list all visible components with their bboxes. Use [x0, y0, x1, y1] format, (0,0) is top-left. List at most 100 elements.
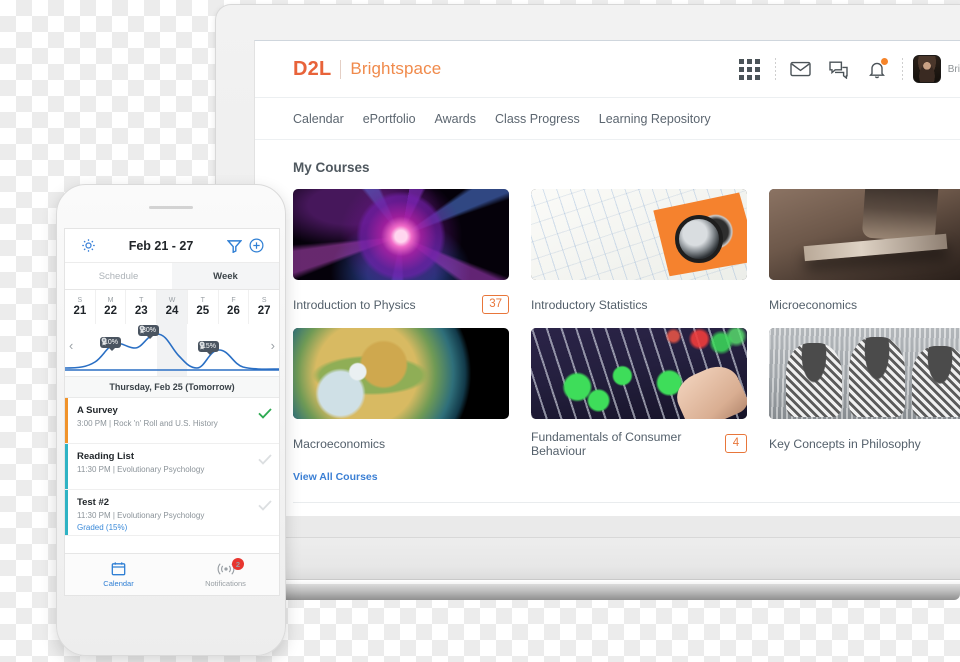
day-header-label: Thursday, Feb 25 (Tomorrow): [65, 376, 279, 398]
waffle-grid-glyph: [739, 58, 761, 80]
header-actions: Bri: [731, 49, 960, 89]
nav-item-class-progress[interactable]: Class Progress: [495, 112, 580, 126]
course-name: Fundamentals of Consumer Behaviour: [531, 429, 682, 458]
award-ribbon-icon: [139, 325, 145, 334]
day-of-week: W: [168, 297, 176, 304]
prev-week-arrow[interactable]: ‹: [69, 338, 73, 353]
checkmark-icon-unchecked[interactable]: [251, 444, 279, 465]
day-of-week: T: [200, 297, 205, 304]
plus-circle-icon[interactable]: [245, 235, 267, 257]
gear-icon[interactable]: [77, 235, 99, 257]
day-number: 24: [165, 305, 179, 317]
content-divider: [293, 502, 960, 503]
day-number: 21: [73, 305, 87, 317]
bell-icon[interactable]: [858, 49, 896, 89]
list-item[interactable]: A Survey 3:00 PM | Rock 'n' Roll and U.S…: [65, 398, 279, 444]
course-card[interactable]: Introduction to Physics 37: [293, 189, 509, 320]
day-column[interactable]: T 25: [188, 290, 219, 324]
tab-notifications[interactable]: Notifications 2: [172, 554, 279, 595]
nav-item-eportfolio[interactable]: ePortfolio: [363, 112, 416, 126]
item-subtitle: 11:30 PM | Evolutionary Psychology: [77, 465, 205, 474]
phone-tab-bar: Calendar Notifications 2: [65, 553, 279, 595]
grade-badge[interactable]: 15%: [198, 341, 220, 355]
course-meta: Microeconomics: [769, 280, 960, 320]
day-column[interactable]: T 23: [126, 290, 158, 324]
item-title: Test #2: [77, 497, 110, 508]
day-of-week: M: [107, 297, 114, 304]
day-of-week: F: [231, 297, 236, 304]
day-of-week: T: [139, 297, 144, 304]
course-name: Key Concepts in Philosophy: [769, 436, 921, 451]
phone-view-tabs: Schedule Week: [65, 263, 279, 290]
item-subtitle: 11:30 PM | Evolutionary Psychology: [77, 511, 205, 520]
item-subtitle: 3:00 PM | Rock 'n' Roll and U.S. History: [77, 419, 218, 428]
calendar-icon: [111, 562, 126, 576]
laptop-screen: D2L Brightspace Bri Calendar ePortfolio …: [254, 40, 960, 516]
list-item[interactable]: Test #2 11:30 PM | Evolutionary Psycholo…: [65, 490, 279, 536]
day-column[interactable]: S 27: [249, 290, 279, 324]
workload-curve: [65, 333, 279, 371]
tab-notifications-label: Notifications: [205, 578, 246, 588]
day-column[interactable]: F 26: [219, 290, 250, 324]
notification-dot: [879, 57, 889, 66]
day-column[interactable]: S 21: [65, 290, 96, 324]
avatar-name: Bri: [947, 63, 960, 75]
next-week-arrow[interactable]: ›: [271, 338, 275, 353]
checkmark-icon-checked[interactable]: [251, 398, 279, 419]
course-card[interactable]: Fundamentals of Consumer Behaviour 4: [531, 328, 747, 459]
phone-device: Feb 21 - 27 Schedule Week S 21 M 22 T 23…: [56, 184, 286, 656]
brightspace-logo[interactable]: D2L Brightspace: [293, 58, 441, 81]
day-column-selected[interactable]: W 24: [157, 290, 188, 324]
award-ribbon-icon: [101, 337, 107, 346]
day-column[interactable]: M 22: [96, 290, 127, 324]
day-number: 26: [227, 305, 240, 317]
workload-chart: ‹ › 10% 30% 15%: [65, 324, 279, 376]
course-badge: 37: [482, 295, 509, 314]
checkmark-icon-unchecked[interactable]: [251, 490, 279, 511]
main-content: My Courses Introduction to Physics 37 In…: [255, 140, 960, 516]
d2l-logo-mark: D2L: [293, 57, 332, 80]
day-number: 22: [104, 305, 117, 317]
course-card[interactable]: Introductory Statistics: [531, 189, 747, 320]
course-name: Macroeconomics: [293, 436, 386, 451]
course-name: Introductory Statistics: [531, 297, 648, 312]
view-all-courses-link[interactable]: View All Courses: [293, 471, 378, 483]
logo-divider: [340, 59, 342, 79]
day-of-week: S: [261, 297, 267, 304]
chat-bubble-icon[interactable]: [820, 49, 858, 89]
course-thumbnail: [531, 189, 747, 280]
course-meta: Key Concepts in Philosophy: [769, 419, 960, 459]
header-divider: [774, 58, 776, 80]
item-title: Reading List: [77, 451, 135, 462]
user-menu[interactable]: Bri: [909, 55, 960, 83]
date-range-title: Feb 21 - 27: [128, 238, 194, 253]
item-body: Reading List 11:30 PM | Evolutionary Psy…: [68, 444, 251, 476]
nav-item-calendar[interactable]: Calendar: [293, 112, 344, 126]
nav-item-awards[interactable]: Awards: [435, 112, 476, 126]
course-thumbnail: [293, 328, 509, 419]
grade-badge[interactable]: 30%: [138, 325, 160, 339]
primary-nav: Calendar ePortfolio Awards Class Progres…: [255, 98, 960, 140]
course-name: Microeconomics: [769, 297, 858, 312]
course-meta: Macroeconomics: [293, 419, 509, 459]
envelope-icon[interactable]: [782, 49, 820, 89]
course-thumbnail: [769, 189, 960, 280]
award-ribbon-icon: [199, 341, 205, 350]
nav-item-learning-repository[interactable]: Learning Repository: [599, 112, 711, 126]
filter-funnel-icon[interactable]: [223, 235, 245, 257]
laptop-base: [226, 538, 960, 600]
tab-schedule[interactable]: Schedule: [65, 263, 172, 289]
course-meta: Introductory Statistics: [531, 280, 747, 320]
tab-calendar[interactable]: Calendar: [65, 554, 172, 595]
courses-grid: Introduction to Physics 37 Introductory …: [293, 189, 960, 459]
list-item[interactable]: Reading List 11:30 PM | Evolutionary Psy…: [65, 444, 279, 490]
laptop-device: D2L Brightspace Bri Calendar ePortfolio …: [215, 4, 960, 600]
grade-badge[interactable]: 10%: [100, 337, 122, 351]
item-body: A Survey 3:00 PM | Rock 'n' Roll and U.S…: [68, 398, 251, 430]
course-card[interactable]: Macroeconomics: [293, 328, 509, 459]
waffle-grid-icon[interactable]: [731, 49, 769, 89]
course-card[interactable]: Microeconomics: [769, 189, 960, 320]
item-grade-status: Graded (15%): [77, 523, 128, 532]
course-card[interactable]: Key Concepts in Philosophy: [769, 328, 960, 459]
tab-week[interactable]: Week: [172, 263, 279, 289]
